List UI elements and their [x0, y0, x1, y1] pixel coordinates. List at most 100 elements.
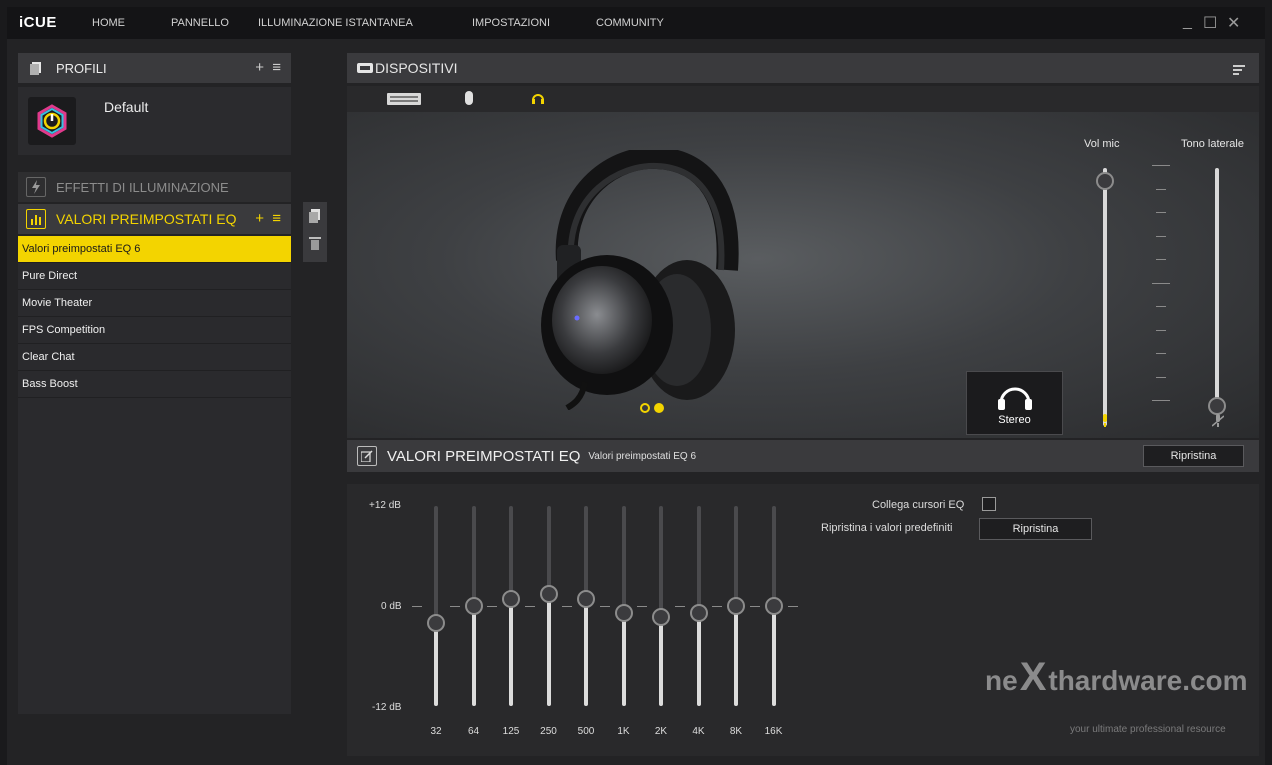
eq-zero-line: [487, 606, 497, 607]
eq-editor-header: VALORI PREIMPOSTATI EQ Valori preimposta…: [347, 440, 1259, 472]
icue-logo-icon: [28, 97, 76, 145]
eq-band-label: 64: [467, 726, 480, 737]
db-top-label: +12 dB: [369, 500, 401, 511]
sidetone-knob[interactable]: [1208, 397, 1226, 415]
eq-zero-line: [524, 606, 535, 607]
app-brand: iCUE: [19, 14, 57, 31]
eq-preset-item[interactable]: Bass Boost: [18, 371, 291, 398]
nav-pannello[interactable]: PANNELLO: [171, 17, 229, 29]
eq-band-fill: [696, 612, 701, 706]
mic-volume-slider[interactable]: [1103, 168, 1107, 426]
keyboard-icon[interactable]: [387, 92, 421, 110]
trash-icon[interactable]: [309, 236, 321, 255]
scale-tick: [1152, 165, 1170, 166]
eq-band-fill: [771, 606, 776, 706]
maximize-button[interactable]: ☐: [1203, 13, 1217, 33]
devices-menu-icon[interactable]: [1233, 62, 1245, 80]
devices-title: DISPOSITIVI: [375, 60, 458, 76]
profiles-menu-button[interactable]: ≡: [272, 59, 281, 76]
watermark-tagline: your ultimate professional resource: [1070, 724, 1226, 735]
stereo-button[interactable]: Stereo: [966, 371, 1063, 435]
eq-zero-line: [637, 606, 647, 607]
eq-preset-item[interactable]: FPS Competition: [18, 317, 291, 344]
scale-tick: [1156, 189, 1166, 190]
profiles-title: PROFILI: [56, 60, 107, 76]
eq-band-knob[interactable]: [689, 603, 708, 622]
add-profile-button[interactable]: +: [255, 59, 264, 76]
nav-home[interactable]: HOME: [92, 17, 125, 29]
eq-band-label: 1K: [617, 726, 630, 737]
lightning-icon: [26, 177, 46, 197]
preset-tools: [303, 202, 327, 262]
eq-band-label: 16K: [764, 726, 783, 737]
profile-name: Default: [104, 99, 149, 115]
stereo-label: Stereo: [998, 413, 1031, 426]
copy-icon[interactable]: [309, 209, 321, 228]
watermark-domain-tail: thardware.com: [1048, 665, 1248, 696]
eq-band-knob[interactable]: [652, 607, 670, 626]
eq-preset-name: Valori preimpostati EQ 6: [588, 450, 697, 462]
headphones-icon: [997, 387, 1032, 410]
link-sliders-label: Collega cursori EQ: [872, 499, 965, 511]
device-preview: [347, 112, 1259, 438]
eq-preset-item[interactable]: Movie Theater: [18, 290, 291, 317]
eq-band-fill: [734, 606, 738, 706]
eq-editor-title: VALORI PREIMPOSTATI EQ: [387, 447, 581, 465]
restore-defaults-button[interactable]: Ripristina: [979, 518, 1092, 540]
eq-band-knob[interactable]: [539, 584, 558, 603]
eq-band-label: 500: [577, 726, 595, 737]
carousel-dot-active[interactable]: [654, 403, 664, 413]
eq-band-fill: [584, 599, 588, 706]
device-tabs: [347, 86, 1259, 112]
eq-band-fill: [471, 606, 476, 706]
add-eq-preset-button[interactable]: +: [255, 210, 264, 227]
top-navigation-bar: iCUE HOME PANNELLO ILLUMINAZIONE ISTANTA…: [7, 7, 1265, 39]
eq-band-knob[interactable]: [764, 597, 783, 615]
equalizer-icon: [26, 209, 46, 229]
eq-presets-menu-button[interactable]: ≡: [272, 210, 281, 227]
close-button[interactable]: ✕: [1227, 13, 1240, 33]
watermark-logo: neXthardware.com: [985, 655, 1248, 699]
minimize-button[interactable]: _: [1183, 13, 1192, 31]
eq-band-fill: [509, 599, 513, 706]
eq-band-label: 8K: [729, 726, 743, 737]
link-sliders-checkbox[interactable]: [982, 497, 996, 511]
eq-preset-item[interactable]: Pure Direct: [18, 263, 291, 290]
mouse-icon[interactable]: [465, 91, 473, 110]
eq-band-label: 32: [430, 726, 442, 737]
eq-presets-header: VALORI PREIMPOSTATI EQ + ≡: [18, 204, 291, 234]
eq-preset-item[interactable]: Clear Chat: [18, 344, 291, 371]
nav-impostazioni[interactable]: IMPOSTAZIONI: [472, 17, 550, 29]
sidetone-slider[interactable]: [1215, 168, 1219, 406]
restore-defaults-label: Ripristina i valori predefiniti: [821, 522, 953, 534]
eq-zero-line: [787, 606, 798, 607]
eq-band-knob[interactable]: [427, 613, 445, 632]
carousel-dots: [640, 400, 668, 418]
eq-preset-item[interactable]: Valori preimpostati EQ 6: [18, 236, 291, 263]
eq-presets-title: VALORI PREIMPOSTATI EQ: [56, 211, 237, 227]
nav-community[interactable]: COMMUNITY: [596, 17, 664, 29]
eq-band-knob[interactable]: [727, 597, 745, 615]
scale-tick: [1156, 306, 1166, 307]
nav-illuminazione-istantanea[interactable]: ILLUMINAZIONE ISTANTANEA: [258, 17, 413, 29]
eq-band-knob[interactable]: [614, 603, 633, 622]
profiles-actions: + ≡: [255, 59, 281, 76]
eq-zero-line: [749, 606, 760, 607]
mic-volume-knob[interactable]: [1096, 171, 1114, 190]
scale-tick: [1156, 377, 1166, 378]
carousel-dot[interactable]: [640, 403, 650, 413]
headset-icon[interactable]: [531, 91, 545, 110]
edit-icon: [357, 446, 377, 466]
eq-band-label: 4K: [692, 726, 705, 737]
lighting-effects-header[interactable]: EFFETTI DI ILLUMINAZIONE: [18, 172, 291, 202]
scale-tick: [1156, 236, 1166, 237]
eq-band-label: 250: [540, 726, 557, 737]
lighting-effects-title: EFFETTI DI ILLUMINAZIONE: [56, 179, 229, 195]
eq-band-knob[interactable]: [464, 597, 483, 615]
scale-tick: [1152, 400, 1170, 401]
eq-preset-list: Valori preimpostati EQ 6 Pure Direct Mov…: [18, 236, 291, 714]
reset-button[interactable]: Ripristina: [1143, 445, 1244, 467]
eq-zero-line: [674, 606, 685, 607]
eq-zero-line: [449, 606, 460, 607]
profile-card[interactable]: Default: [18, 87, 291, 155]
